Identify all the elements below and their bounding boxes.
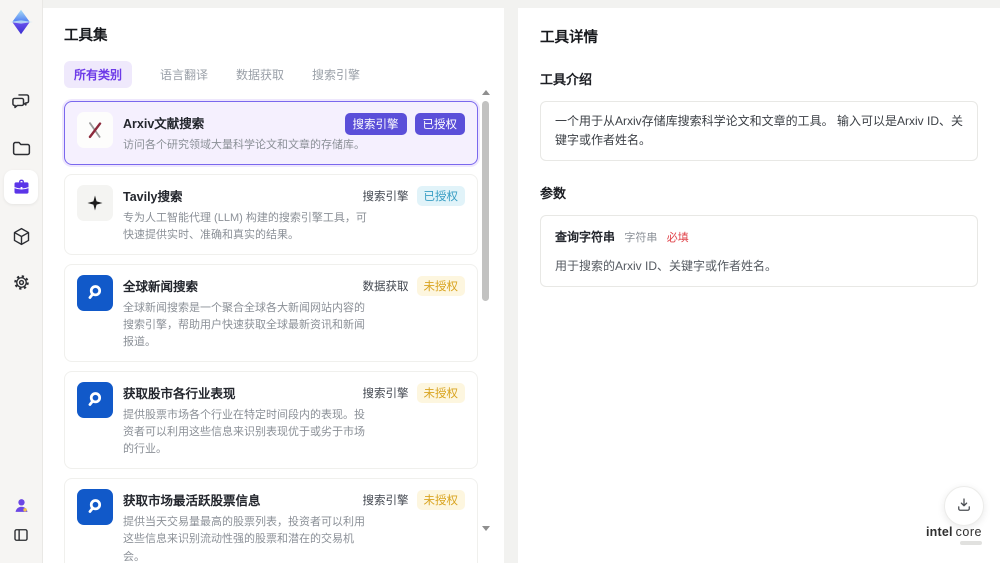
tool-name: Tavily搜索	[123, 190, 183, 205]
tool-badges: 搜索引擎 已授权	[344, 113, 465, 135]
list-scrollbar[interactable]	[481, 90, 490, 559]
parameter-required-badge: 必填	[666, 232, 689, 245]
tool-list: Arxiv文献搜索 访问各个研究领域大量科学论文和文章的存储库。 搜索引擎 已授权 Ta…	[64, 101, 478, 563]
tab-category-0[interactable]: 所有类别	[64, 61, 133, 88]
tool-card-1[interactable]: Tavily搜索专为人工智能代理 (LLM) 构建的搜索引擎工具，可快速提供实时…	[64, 174, 478, 256]
sidebar-item-packages[interactable]	[0, 219, 42, 253]
news-search-icon	[77, 275, 113, 312]
arxiv-logo-icon	[77, 112, 113, 148]
toolbox-icon	[11, 177, 32, 198]
tab-category-2[interactable]: 数据获取	[236, 61, 284, 88]
icon-rail	[0, 0, 43, 563]
tool-card-3[interactable]: 获取股市各行业表现提供股票市场各个行业在特定时间段内的表现。投资者可以利用这些信…	[64, 371, 478, 470]
user-avatar-icon	[12, 496, 31, 515]
tool-name: 获取市场最活跃股票信息	[123, 494, 261, 509]
stock-search-icon	[77, 382, 113, 419]
scroll-down-arrow-icon[interactable]	[481, 526, 490, 531]
details-title: 工具详情	[540, 30, 598, 46]
tool-description: 提供当天交易量最高的股票列表，投资者可以利用这些信息来识别流动性强的股票和潜在的…	[123, 516, 365, 563]
tool-description: 专为人工智能代理 (LLM) 构建的搜索引擎工具，可快速提供实时、准确和真实的结…	[123, 212, 367, 242]
toolset-panel: 工具集 所有类别 语言翻译 数据获取 搜索引擎 Arxiv文献搜索 访问各个研究领域大量…	[42, 8, 504, 563]
sidebar-item-toolset[interactable]	[0, 170, 42, 204]
tool-auth-badge: 已授权	[414, 113, 465, 135]
chat-icon	[11, 91, 32, 112]
tool-card-0[interactable]: Arxiv文献搜索访问各个研究领域大量科学论文和文章的存储库。 搜索引擎 已授权	[64, 101, 478, 166]
intel-core-logo: intel core	[925, 524, 982, 545]
tavily-star-icon	[77, 185, 113, 222]
tool-details-panel: 工具详情 工具介绍 一个用于从Arxiv存储库搜索科学论文和文章的工具。 输入可…	[518, 8, 1000, 563]
tool-card-2[interactable]: 全球新闻搜索全球新闻搜索是一个聚合全球各大新闻网站内容的搜索引擎，帮助用户快速获…	[64, 264, 478, 363]
app-logo-diamond-icon	[7, 8, 35, 36]
parameter-header: 查询字符串 字符串 必填	[555, 228, 963, 248]
tool-auth-badge: 未授权	[416, 383, 465, 404]
tool-auth-badge: 未授权	[416, 490, 465, 511]
scroll-up-arrow-icon[interactable]	[481, 90, 490, 95]
package-icon	[11, 226, 32, 247]
stock-search-icon	[77, 489, 113, 526]
tool-category-badge: 搜索引擎	[344, 113, 407, 135]
intro-heading: 工具介绍	[540, 72, 593, 87]
intel-wordmark: intel	[925, 524, 953, 539]
tool-badges: 数据获取 未授权	[362, 276, 465, 297]
tool-category-badge: 搜索引擎	[362, 191, 409, 204]
params-heading: 参数	[540, 186, 567, 202]
parameter-description: 用于搜索的Arxiv ID、关键字或作者姓名。	[555, 258, 778, 273]
sidebar-item-collapse[interactable]	[0, 518, 42, 552]
parameter-type: 字符串	[624, 232, 658, 245]
tool-badges: 搜索引擎 未授权	[362, 383, 465, 404]
tab-category-1[interactable]: 语言翻译	[160, 61, 208, 88]
category-tabs: 所有类别 语言翻译 数据获取 搜索引擎	[64, 61, 504, 88]
tool-name: 获取股市各行业表现	[123, 387, 236, 402]
settings-gear-icon	[11, 272, 32, 293]
download-button[interactable]	[944, 486, 984, 526]
sidebar-item-settings[interactable]	[0, 265, 42, 299]
sidebar-item-files[interactable]	[0, 131, 42, 165]
tool-category-badge: 搜索引擎	[362, 495, 409, 508]
tool-badges: 搜索引擎 未授权	[362, 490, 465, 511]
sidebar-item-user[interactable]	[0, 488, 42, 522]
scrollbar-thumb[interactable]	[482, 101, 489, 301]
tool-name: Arxiv文献搜索	[123, 117, 205, 131]
tool-card-4[interactable]: 获取市场最活跃股票信息提供当天交易量最高的股票列表，投资者可以利用这些信息来识别…	[64, 478, 478, 563]
panel-toggle-icon	[12, 526, 30, 544]
tool-auth-badge: 已授权	[416, 186, 465, 207]
toolset-title: 工具集	[64, 28, 108, 44]
tool-badges: 搜索引擎 已授权	[362, 186, 465, 207]
intel-logo-subtext	[960, 541, 982, 545]
core-wordmark: core	[955, 524, 982, 539]
parameter-card: 查询字符串 字符串 必填 用于搜索的Arxiv ID、关键字或作者姓名。	[540, 215, 978, 288]
tab-category-3[interactable]: 搜索引擎	[312, 61, 360, 88]
tool-auth-badge: 未授权	[416, 276, 465, 297]
tool-category-badge: 数据获取	[362, 281, 409, 294]
parameter-name: 查询字符串	[555, 230, 616, 245]
tool-description: 访问各个研究领域大量科学论文和文章的存储库。	[123, 139, 365, 151]
sidebar-item-chat[interactable]	[0, 84, 42, 118]
folder-icon	[11, 138, 32, 159]
tool-category-badge: 搜索引擎	[362, 388, 409, 401]
tool-description: 全球新闻搜索是一个聚合全球各大新闻网站内容的搜索引擎，帮助用户快速获取全球最新资…	[123, 302, 365, 349]
download-icon	[955, 496, 973, 517]
tool-name: 全球新闻搜索	[123, 280, 199, 295]
tool-intro-text: 一个用于从Arxiv存储库搜索科学论文和文章的工具。 输入可以是Arxiv ID…	[540, 101, 978, 162]
tool-description: 提供股票市场各个行业在特定时间段内的表现。投资者可以利用这些信息来识别表现优于或…	[123, 409, 365, 456]
